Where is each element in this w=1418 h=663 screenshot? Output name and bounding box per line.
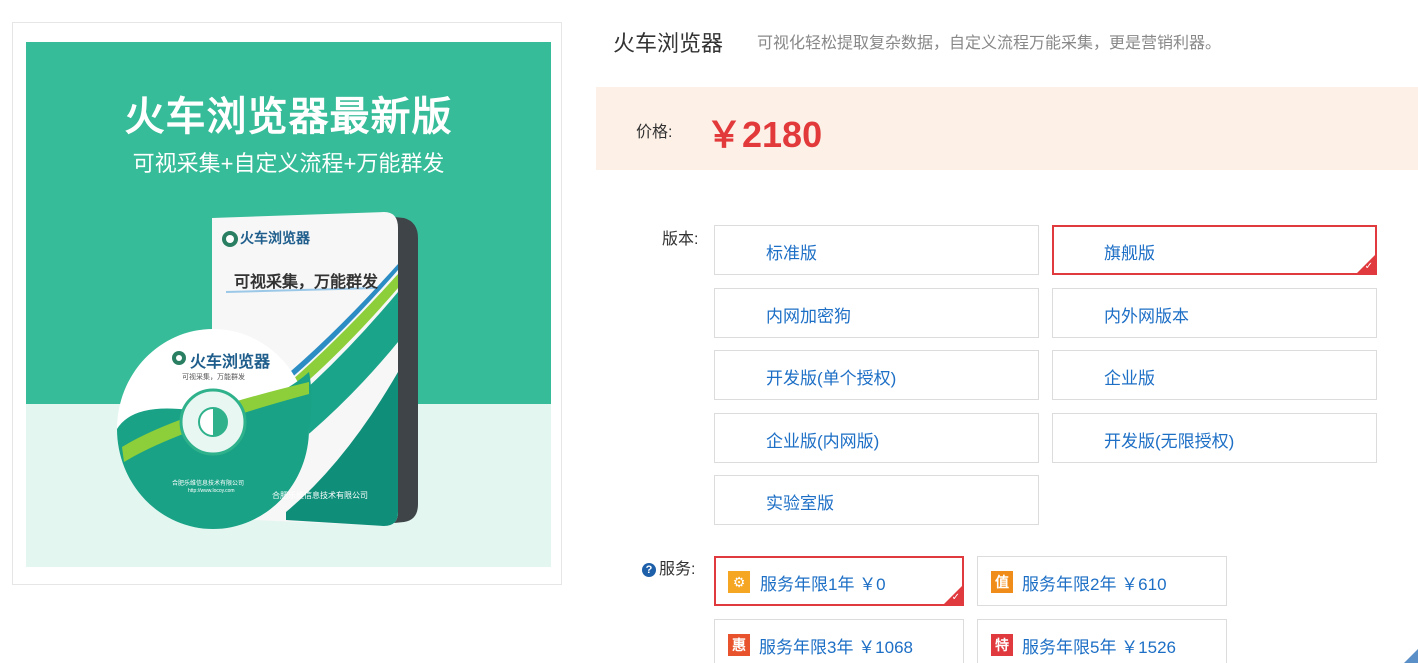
price-label: 价格: xyxy=(636,124,673,141)
discount-badge-icon: 惠 xyxy=(728,634,750,656)
product-description: 可视化轻松提取复杂数据，自定义流程万能采集，更是营销利器。 xyxy=(757,35,1222,52)
question-circle-icon[interactable]: ? xyxy=(642,563,656,577)
disc-logo-icon xyxy=(172,351,186,365)
product-image-frame: 火车浏览器最新版 可视采集+自定义流程+万能群发 火车浏览器 可视采集，万能群发… xyxy=(12,22,562,585)
box-slogan: 可视采集，万能群发 xyxy=(234,274,379,291)
version-option-dev-single[interactable]: 开发版(单个授权) xyxy=(714,350,1039,400)
version-option-label: 企业版 xyxy=(1104,369,1155,388)
software-box-illustration xyxy=(117,212,418,529)
service-option-3-years[interactable]: 惠 服务年限3年 ￥1068 xyxy=(714,619,964,663)
scroll-corner-icon[interactable] xyxy=(1404,649,1418,663)
box-brand: 火车浏览器 xyxy=(240,230,310,246)
service-option-5-years[interactable]: 特 服务年限5年 ￥1526 xyxy=(977,619,1227,663)
version-option-label: 开发版(无限授权) xyxy=(1104,432,1235,451)
version-option-label: 标准版 xyxy=(766,244,817,263)
product-image[interactable]: 火车浏览器最新版 可视采集+自定义流程+万能群发 火车浏览器 可视采集，万能群发… xyxy=(26,42,551,567)
service-option-label: 服务年限3年 ￥1068 xyxy=(759,638,913,657)
product-title: 火车浏览器 xyxy=(613,31,724,56)
version-option-lab[interactable]: 实验室版 xyxy=(714,475,1039,525)
version-option-label: 开发版(单个授权) xyxy=(766,369,897,388)
version-option-standard[interactable]: 标准版 xyxy=(714,225,1039,275)
value-badge-icon: 值 xyxy=(991,571,1013,593)
service-option-1-year[interactable]: ⚙ 服务年限1年 ￥0 ✓ xyxy=(714,556,964,606)
version-option-label: 实验室版 xyxy=(766,494,834,513)
box-logo-icon xyxy=(222,231,238,247)
version-label: 版本: xyxy=(662,231,699,248)
version-option-flagship[interactable]: 旗舰版 ✓ xyxy=(1052,225,1377,275)
service-label-wrap: ? 服务: xyxy=(642,555,695,579)
version-option-enterprise[interactable]: 企业版 xyxy=(1052,350,1377,400)
disc-company: 合肥乐维信息技术有限公司 xyxy=(172,481,245,487)
service-option-label: 服务年限1年 ￥0 xyxy=(760,575,886,594)
version-option-intranet-dongle[interactable]: 内网加密狗 xyxy=(714,288,1039,338)
disc-url: http://www.locoy.com xyxy=(188,488,235,494)
version-option-label: 企业版(内网版) xyxy=(766,432,880,451)
price-bar: 价格: ￥2180 xyxy=(596,87,1418,170)
gear-icon: ⚙ xyxy=(728,571,750,593)
checkmark-icon: ✓ xyxy=(1364,261,1373,272)
version-option-label: 内外网版本 xyxy=(1104,307,1189,326)
service-label: 服务: xyxy=(659,561,696,578)
version-option-label: 内网加密狗 xyxy=(766,307,851,326)
service-option-label: 服务年限5年 ￥1526 xyxy=(1022,638,1176,657)
disc-slogan: 可视采集，万能群发 xyxy=(182,374,245,381)
box-company: 合肥乐维信息技术有限公司 xyxy=(272,491,368,500)
special-badge-icon: 特 xyxy=(991,634,1013,656)
version-option-label: 旗舰版 xyxy=(1104,244,1155,263)
version-option-intranet-extranet[interactable]: 内外网版本 xyxy=(1052,288,1377,338)
service-option-label: 服务年限2年 ￥610 xyxy=(1022,575,1167,594)
price-value: ￥2180 xyxy=(706,114,823,155)
disc-brand: 火车浏览器 xyxy=(190,354,271,371)
version-option-enterprise-intranet[interactable]: 企业版(内网版) xyxy=(714,413,1039,463)
checkmark-icon: ✓ xyxy=(951,592,960,603)
version-option-dev-unlimited[interactable]: 开发版(无限授权) xyxy=(1052,413,1377,463)
service-option-2-years[interactable]: 值 服务年限2年 ￥610 xyxy=(977,556,1227,606)
